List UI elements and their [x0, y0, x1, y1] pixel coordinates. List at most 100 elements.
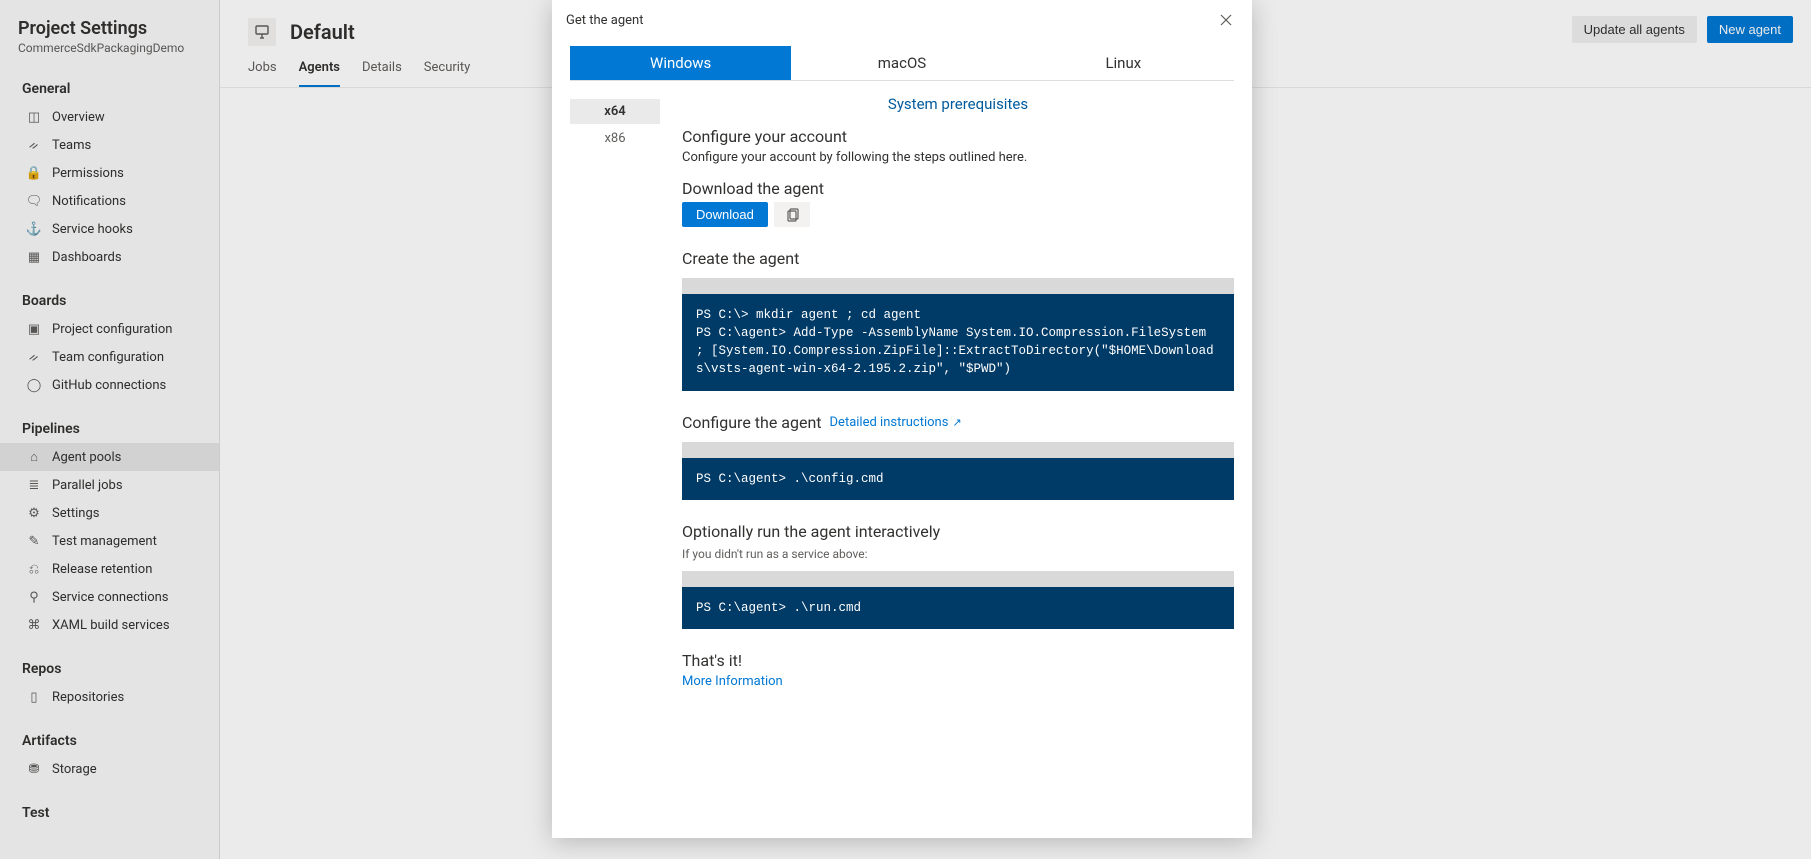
sidebar-item-label: Notifications [52, 194, 126, 209]
sidebar-item-label: Overview [52, 110, 105, 125]
sidebar-item-label: Settings [52, 506, 99, 521]
run-agent-note: If you didn't run as a service above: [682, 547, 1234, 561]
tab-details[interactable]: Details [362, 56, 402, 87]
dialog-body: x64x86 System prerequisites Configure yo… [552, 81, 1252, 838]
settings-icon: ⚙ [26, 505, 42, 521]
run-agent-code: PS C:\agent> .\run.cmd [682, 571, 1234, 629]
sidebar-item-overview[interactable]: ◫ Overview [0, 103, 219, 131]
pool-name: Default [290, 20, 355, 44]
arch-x64[interactable]: x64 [570, 99, 660, 124]
sidebar-item-notifications[interactable]: 🗨 Notifications [0, 187, 219, 215]
sidebar-section-label: Pipelines [0, 399, 219, 443]
repositories-icon: ▯ [26, 689, 42, 705]
tab-security[interactable]: Security [424, 56, 471, 87]
sidebar-item-label: Service hooks [52, 222, 133, 237]
detailed-instructions-label: Detailed instructions [830, 415, 949, 430]
project-configuration-icon: ▣ [26, 321, 42, 337]
external-link-icon: ↗ [952, 416, 961, 429]
sidebar-item-service-connections[interactable]: ⚲ Service connections [0, 583, 219, 611]
configure-agent-code: PS C:\agent> .\config.cmd [682, 442, 1234, 500]
sidebar-item-label: Teams [52, 138, 91, 153]
sidebar: Project Settings CommerceSdkPackagingDem… [0, 0, 220, 859]
sidebar-item-release-retention[interactable]: ⎌ Release retention [0, 555, 219, 583]
sidebar-item-parallel-jobs[interactable]: ≣ Parallel jobs [0, 471, 219, 499]
os-tab-macos[interactable]: macOS [791, 46, 1012, 80]
more-information-link[interactable]: More Information [682, 674, 1234, 689]
sidebar-item-storage[interactable]: ⛃ Storage [0, 755, 219, 783]
sidebar-item-label: Permissions [52, 166, 124, 181]
sidebar-item-label: XAML build services [52, 618, 170, 633]
sidebar-item-label: Repositories [52, 690, 124, 705]
permissions-icon: 🔒 [26, 165, 42, 181]
service-hooks-icon: ⚓ [26, 221, 42, 237]
tab-jobs[interactable]: Jobs [248, 56, 277, 87]
app-root: Project Settings CommerceSdkPackagingDem… [0, 0, 1811, 859]
sidebar-header: Project Settings CommerceSdkPackagingDem… [0, 18, 219, 59]
sidebar-item-service-hooks[interactable]: ⚓ Service hooks [0, 215, 219, 243]
test-management-icon: ✎ [26, 533, 42, 549]
system-prerequisites-link[interactable]: System prerequisites [682, 95, 1234, 113]
project-name: CommerceSdkPackagingDemo [18, 41, 201, 55]
steps: System prerequisites Configure your acco… [660, 95, 1234, 818]
service-connections-icon: ⚲ [26, 589, 42, 605]
overview-icon: ◫ [26, 109, 42, 125]
arch-column: x64x86 [570, 95, 660, 818]
os-tabs: WindowsmacOSLinux [570, 46, 1234, 81]
configure-account-text: Configure your account by following the … [682, 150, 1234, 165]
detailed-instructions-link[interactable]: Detailed instructions↗ [830, 415, 962, 430]
sidebar-item-label: Agent pools [52, 450, 121, 465]
sidebar-item-repositories[interactable]: ▯ Repositories [0, 683, 219, 711]
storage-icon: ⛃ [26, 761, 42, 777]
os-tab-windows[interactable]: Windows [570, 46, 791, 80]
code-content[interactable]: PS C:\agent> .\run.cmd [682, 587, 1234, 629]
parallel-jobs-icon: ≣ [26, 477, 42, 493]
sidebar-item-teams[interactable]: ᨀ Teams [0, 131, 219, 159]
sidebar-item-test-management[interactable]: ✎ Test management [0, 527, 219, 555]
configure-agent-heading: Configure the agent [682, 413, 822, 432]
notifications-icon: 🗨 [26, 193, 42, 209]
sidebar-item-agent-pools[interactable]: ⌂Agent pools [0, 443, 219, 471]
create-agent-heading: Create the agent [682, 249, 1234, 268]
sidebar-item-label: Release retention [52, 562, 152, 577]
dialog-title: Get the agent [566, 13, 643, 28]
sidebar-item-project-configuration[interactable]: ▣ Project configuration [0, 315, 219, 343]
get-agent-dialog: Get the agent WindowsmacOSLinux x64x86 S… [552, 0, 1252, 838]
sidebar-item-label: Service connections [52, 590, 169, 605]
sidebar-item-label: Storage [52, 762, 97, 777]
sidebar-section-label: General [0, 59, 219, 103]
sidebar-item-label: Team configuration [52, 350, 164, 365]
download-button[interactable]: Download [682, 202, 768, 227]
pool-icon [248, 18, 276, 46]
os-tab-linux[interactable]: Linux [1013, 46, 1234, 80]
sidebar-item-label: Test management [52, 534, 157, 549]
download-agent-heading: Download the agent [682, 179, 1234, 198]
sidebar-item-settings[interactable]: ⚙ Settings [0, 499, 219, 527]
download-row: Download [682, 202, 1234, 227]
xaml-build-services-icon: ⌘ [26, 617, 42, 633]
copy-url-button[interactable] [774, 202, 810, 227]
teams-icon: ᨀ [26, 137, 42, 153]
tab-agents[interactable]: Agents [299, 56, 340, 87]
new-agent-button[interactable]: New agent [1707, 16, 1793, 43]
sidebar-item-dashboards[interactable]: ▦Dashboards [0, 243, 219, 271]
thats-it-heading: That's it! [682, 651, 1234, 670]
update-all-agents-button[interactable]: Update all agents [1572, 16, 1697, 43]
sidebar-item-label: GitHub connections [52, 378, 166, 393]
top-actions: Update all agents New agent [1572, 16, 1793, 43]
sidebar-section-label: Boards [0, 271, 219, 315]
sidebar-item-github-connections[interactable]: ◯ GitHub connections [0, 371, 219, 399]
sidebar-item-label: Parallel jobs [52, 478, 123, 493]
code-content[interactable]: PS C:\> mkdir agent ; cd agent PS C:\age… [682, 294, 1234, 391]
sidebar-item-label: Project configuration [52, 322, 172, 337]
sidebar-item-permissions[interactable]: 🔒 Permissions [0, 159, 219, 187]
github-connections-icon: ◯ [26, 377, 42, 393]
project-settings-title: Project Settings [18, 18, 201, 39]
close-icon[interactable] [1214, 8, 1238, 32]
code-titlebar [682, 571, 1234, 587]
release-retention-icon: ⎌ [26, 561, 42, 577]
code-titlebar [682, 278, 1234, 294]
arch-x86[interactable]: x86 [570, 126, 660, 151]
sidebar-item-team-configuration[interactable]: ᨀTeam configuration [0, 343, 219, 371]
code-content[interactable]: PS C:\agent> .\config.cmd [682, 458, 1234, 500]
sidebar-item-xaml-build-services[interactable]: ⌘ XAML build services [0, 611, 219, 639]
